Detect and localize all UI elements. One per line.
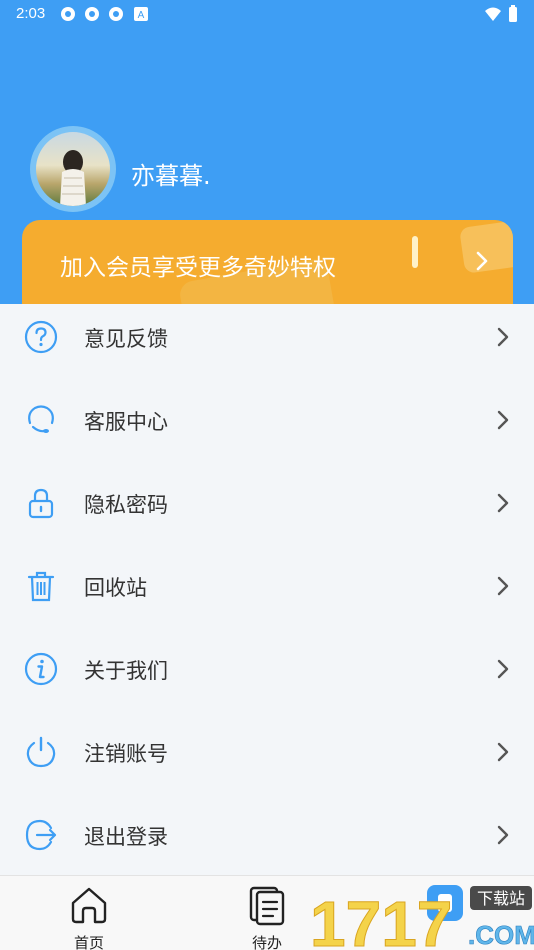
watermark: 1717 下载站 .COM bbox=[310, 884, 534, 950]
trash-icon bbox=[27, 571, 55, 602]
menu-item-delete-account[interactable]: 注销账号 bbox=[0, 719, 534, 802]
watermark-badge: 下载站 bbox=[477, 889, 525, 908]
vip-banner-label: 加入会员享受更多奇妙特权 bbox=[60, 255, 336, 281]
menu-item-customer-service[interactable]: 客服中心 bbox=[0, 387, 534, 470]
menu-item-recycle-bin[interactable]: 回收站 bbox=[0, 553, 534, 636]
status-bar: 2:03 A bbox=[0, 0, 534, 28]
home-icon bbox=[71, 887, 107, 924]
avatar-image-icon bbox=[60, 150, 86, 206]
menu-item-label: 注销账号 bbox=[84, 742, 168, 766]
power-icon bbox=[26, 736, 56, 768]
help-circle-icon bbox=[24, 320, 58, 354]
chevron-right-icon bbox=[497, 327, 509, 347]
chevron-right-icon bbox=[476, 251, 488, 271]
menu-item-label: 回收站 bbox=[84, 576, 147, 600]
app-notification-icon bbox=[85, 7, 99, 21]
wifi-icon bbox=[485, 7, 501, 21]
chevron-right-icon bbox=[497, 742, 509, 762]
banner-decoration bbox=[412, 236, 418, 268]
avatar-photo bbox=[36, 132, 110, 206]
chevron-right-icon bbox=[497, 493, 509, 513]
battery-icon bbox=[509, 5, 517, 22]
tab-home-label: 首页 bbox=[73, 934, 104, 950]
menu-item-label: 退出登录 bbox=[84, 825, 168, 849]
watermark-text: 1717 bbox=[310, 888, 452, 950]
info-icon bbox=[24, 652, 58, 686]
menu-item-label: 意见反馈 bbox=[84, 327, 168, 351]
font-notification-icon: A bbox=[134, 7, 148, 21]
settings-menu: 意见反馈 客服中心 隐私密码 回收站 关于我们 注销账号 退出登录 bbox=[0, 304, 534, 885]
status-right bbox=[484, 5, 518, 23]
menu-item-label: 关于我们 bbox=[84, 659, 168, 683]
menu-item-logout[interactable]: 退出登录 bbox=[0, 802, 534, 885]
chevron-right-icon bbox=[497, 410, 509, 430]
app-notification-icon bbox=[109, 7, 123, 21]
watermark-domain: .COM bbox=[468, 920, 534, 950]
lock-icon bbox=[28, 488, 54, 519]
menu-item-label: 客服中心 bbox=[84, 410, 168, 434]
vip-banner[interactable]: 加入会员享受更多奇妙特权 bbox=[22, 220, 513, 304]
app-notification-icon bbox=[61, 7, 75, 21]
chevron-right-icon bbox=[497, 576, 509, 596]
tab-home[interactable]: 首页 bbox=[54, 884, 124, 950]
menu-item-label: 隐私密码 bbox=[84, 493, 168, 517]
todo-list-icon bbox=[249, 886, 285, 926]
profile-header: 2:03 A 亦暮暮. 加入会员享受更多奇妙特权 bbox=[0, 0, 534, 304]
menu-item-about-us[interactable]: 关于我们 bbox=[0, 636, 534, 719]
username[interactable]: 亦暮暮. bbox=[131, 156, 211, 191]
menu-item-privacy-password[interactable]: 隐私密码 bbox=[0, 470, 534, 553]
logout-icon bbox=[25, 819, 57, 851]
watermark-logo: 1717 下载站 .COM bbox=[310, 886, 534, 950]
chevron-right-icon bbox=[497, 825, 509, 845]
avatar[interactable] bbox=[30, 126, 116, 212]
tab-todo[interactable]: 待办 bbox=[232, 884, 302, 950]
tab-todo-label: 待办 bbox=[251, 934, 282, 950]
status-time: 2:03 bbox=[16, 5, 46, 22]
customer-service-icon bbox=[28, 405, 54, 433]
chevron-right-icon bbox=[497, 659, 509, 679]
menu-item-feedback[interactable]: 意见反馈 bbox=[0, 304, 534, 387]
svg-text:A: A bbox=[138, 10, 145, 21]
